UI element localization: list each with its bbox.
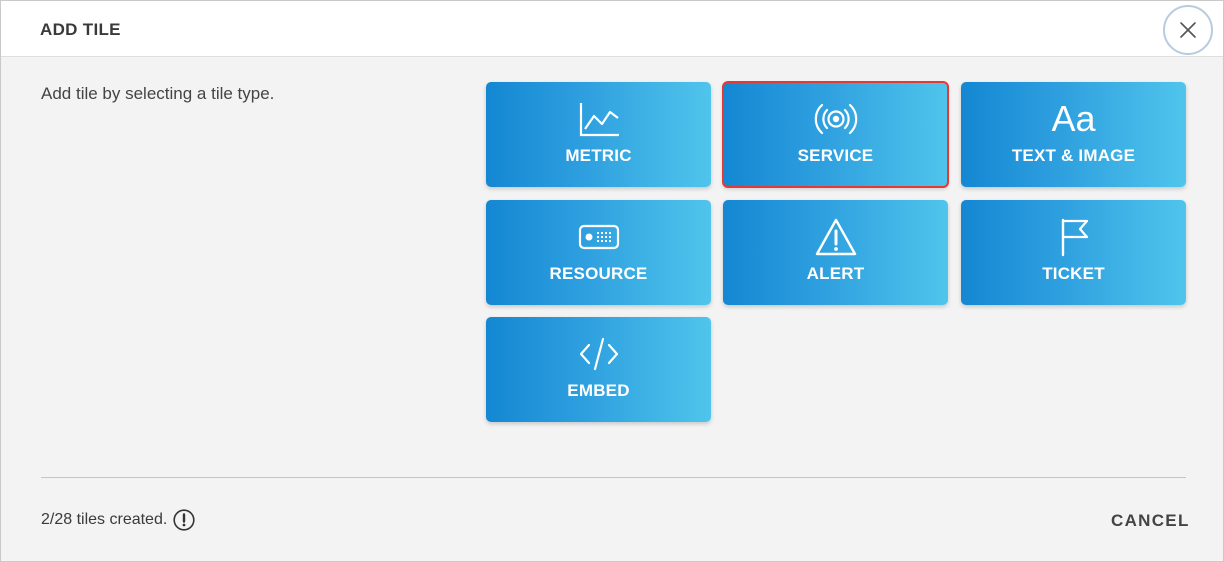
code-icon — [579, 337, 618, 371]
tile-label: METRIC — [565, 146, 632, 165]
server-device-icon — [578, 224, 619, 250]
flag-icon — [1061, 218, 1088, 257]
add-tile-dialog: ADD TILE Add tile by selecting a tile ty… — [0, 0, 1224, 562]
instruction-text: Add tile by selecting a tile type. — [41, 84, 275, 103]
info-icon[interactable] — [173, 509, 195, 531]
close-icon — [1180, 22, 1196, 38]
tile-label: ALERT — [806, 264, 865, 283]
tile-label: TICKET — [1042, 264, 1105, 283]
tile-alert[interactable]: ALERT — [723, 200, 948, 305]
tile-label: SERVICE — [797, 146, 874, 165]
tile-service[interactable]: SERVICE — [722, 81, 949, 188]
dialog-header: ADD TILE — [1, 1, 1223, 57]
tile-text-image[interactable]: Aa TEXT & IMAGE — [961, 82, 1186, 187]
tile-label: TEXT & IMAGE — [1011, 146, 1136, 165]
tile-metric[interactable]: METRIC — [486, 82, 711, 187]
line-chart-icon — [579, 103, 619, 137]
tile-label: EMBED — [567, 381, 630, 400]
tiles-created-status: 2/28 tiles created. — [41, 509, 195, 531]
broadcast-icon — [814, 103, 857, 135]
dialog-title: ADD TILE — [40, 20, 121, 39]
tiles-created-text: 2/28 tiles created. — [41, 511, 168, 528]
tile-ticket[interactable]: TICKET — [961, 200, 1186, 305]
text-aa-icon: Aa — [1051, 98, 1096, 139]
cancel-button[interactable]: CANCEL — [1111, 511, 1190, 531]
close-button[interactable] — [1163, 5, 1213, 55]
warning-triangle-icon — [815, 218, 856, 256]
footer-divider — [41, 477, 1186, 478]
tile-resource[interactable]: RESOURCE — [486, 200, 711, 305]
tile-label: RESOURCE — [549, 264, 648, 283]
tile-embed[interactable]: EMBED — [486, 317, 711, 422]
